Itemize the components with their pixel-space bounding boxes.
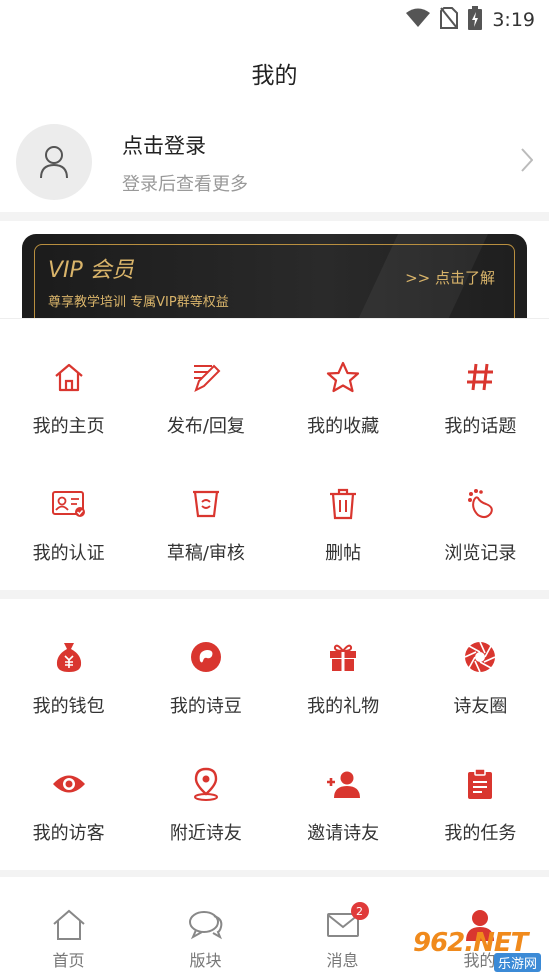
message-count-badge: 2 bbox=[350, 902, 369, 920]
my-topics-button[interactable]: 我的话题 bbox=[412, 319, 549, 446]
drafts-review-button[interactable]: 草稿/审核 bbox=[137, 446, 274, 573]
draft-icon bbox=[188, 486, 224, 522]
login-title[interactable]: 点击登录 bbox=[122, 130, 206, 160]
hashtag-icon bbox=[462, 359, 498, 395]
add-user-icon bbox=[325, 766, 361, 802]
cell-label: 我的主页 bbox=[32, 416, 105, 437]
cell-label: 浏览记录 bbox=[444, 543, 517, 564]
chevron-right-icon bbox=[521, 148, 534, 176]
eye-icon bbox=[51, 766, 87, 802]
cell-label: 我的话题 bbox=[444, 416, 517, 437]
shutter-icon bbox=[462, 639, 498, 675]
footprint-icon bbox=[462, 486, 498, 522]
poetry-friends-circle-button[interactable]: 诗友圈 bbox=[412, 599, 549, 726]
vip-subtitle: 尊享教学培训 专属VIP群等权益 bbox=[48, 295, 229, 310]
tab-label: 消息 bbox=[326, 951, 359, 970]
divider bbox=[0, 590, 549, 599]
watermark-logo: 962.NET 乐游网 bbox=[413, 928, 543, 972]
cell-label: 我的诗豆 bbox=[169, 696, 242, 717]
invite-friends-button[interactable]: 邀请诗友 bbox=[275, 726, 412, 853]
star-icon bbox=[325, 359, 361, 395]
tab-label: 首页 bbox=[52, 951, 85, 970]
status-bar: 3:19 bbox=[0, 0, 549, 38]
function-grid-1: 我的主页 发布/回复 我的收藏 我的话题 我的认证 草稿/审核 删帖 浏览记录 bbox=[0, 318, 549, 590]
function-grid-2: 我的钱包 我的诗豆 我的礼物 诗友圈 我的访客 附近诗友 邀请诗友 我的任务 bbox=[0, 599, 549, 869]
my-homepage-button[interactable]: 我的主页 bbox=[0, 319, 137, 446]
tab-home[interactable]: 首页 bbox=[0, 888, 137, 976]
vip-learn-more-link[interactable]: >> 点击了解 bbox=[405, 267, 495, 288]
my-poetry-beans-button[interactable]: 我的诗豆 bbox=[137, 599, 274, 726]
cell-label: 草稿/审核 bbox=[166, 543, 245, 564]
tab-sections[interactable]: 版块 bbox=[137, 888, 274, 976]
cell-label: 我的任务 bbox=[444, 823, 517, 844]
no-sim-icon bbox=[440, 7, 459, 33]
edit-icon bbox=[188, 359, 224, 395]
mail-icon: 2 bbox=[325, 902, 369, 942]
status-icons: 3:19 bbox=[406, 6, 535, 34]
vip-banner[interactable]: VIP 会员 尊享教学培训 专属VIP群等权益 >> 点击了解 bbox=[22, 234, 527, 319]
divider bbox=[0, 212, 549, 221]
my-tasks-button[interactable]: 我的任务 bbox=[412, 726, 549, 853]
gift-icon bbox=[325, 639, 361, 675]
wifi-icon bbox=[406, 8, 431, 32]
watermark-subtext: 乐游网 bbox=[493, 953, 541, 972]
login-row[interactable]: 点击登录 登录后查看更多 bbox=[0, 118, 549, 210]
cell-label: 我的礼物 bbox=[307, 696, 380, 717]
cell-label: 删帖 bbox=[325, 543, 362, 564]
chat-bubbles-icon bbox=[188, 908, 224, 942]
login-subtitle: 登录后查看更多 bbox=[122, 174, 248, 195]
id-card-icon bbox=[51, 486, 87, 522]
my-visitors-button[interactable]: 我的访客 bbox=[0, 726, 137, 853]
my-certification-button[interactable]: 我的认证 bbox=[0, 446, 137, 573]
bean-icon bbox=[188, 639, 224, 675]
cell-label: 我的认证 bbox=[32, 543, 105, 564]
money-bag-icon bbox=[51, 639, 87, 675]
divider bbox=[0, 870, 549, 877]
home-outline-icon bbox=[51, 908, 87, 942]
tab-label: 版块 bbox=[189, 951, 222, 970]
browsing-history-button[interactable]: 浏览记录 bbox=[412, 446, 549, 573]
status-time: 3:19 bbox=[492, 9, 535, 31]
my-wallet-button[interactable]: 我的钱包 bbox=[0, 599, 137, 726]
my-favorites-button[interactable]: 我的收藏 bbox=[275, 319, 412, 446]
my-gifts-button[interactable]: 我的礼物 bbox=[275, 599, 412, 726]
delete-posts-button[interactable]: 删帖 bbox=[275, 446, 412, 573]
cell-label: 我的访客 bbox=[32, 823, 105, 844]
tab-messages[interactable]: 2 消息 bbox=[274, 888, 411, 976]
cell-label: 邀请诗友 bbox=[307, 823, 380, 844]
location-icon bbox=[188, 766, 224, 802]
cell-label: 我的收藏 bbox=[307, 416, 380, 437]
user-outline-icon bbox=[40, 146, 68, 179]
trash-icon bbox=[325, 486, 361, 522]
home-icon bbox=[51, 359, 87, 395]
bottom-tab-bar: 首页 版块 2 消息 我的 962.NET 乐游网 bbox=[0, 888, 549, 976]
cell-label: 诗友圈 bbox=[453, 696, 508, 717]
posts-replies-button[interactable]: 发布/回复 bbox=[137, 319, 274, 446]
nearby-friends-button[interactable]: 附近诗友 bbox=[137, 726, 274, 853]
battery-charging-icon bbox=[468, 6, 483, 34]
avatar[interactable] bbox=[16, 124, 92, 200]
cell-label: 我的钱包 bbox=[32, 696, 105, 717]
vip-title: VIP 会员 bbox=[48, 258, 134, 283]
clipboard-icon bbox=[462, 766, 498, 802]
page-title: 我的 bbox=[251, 63, 298, 89]
cell-label: 发布/回复 bbox=[166, 416, 245, 437]
cell-label: 附近诗友 bbox=[169, 823, 242, 844]
